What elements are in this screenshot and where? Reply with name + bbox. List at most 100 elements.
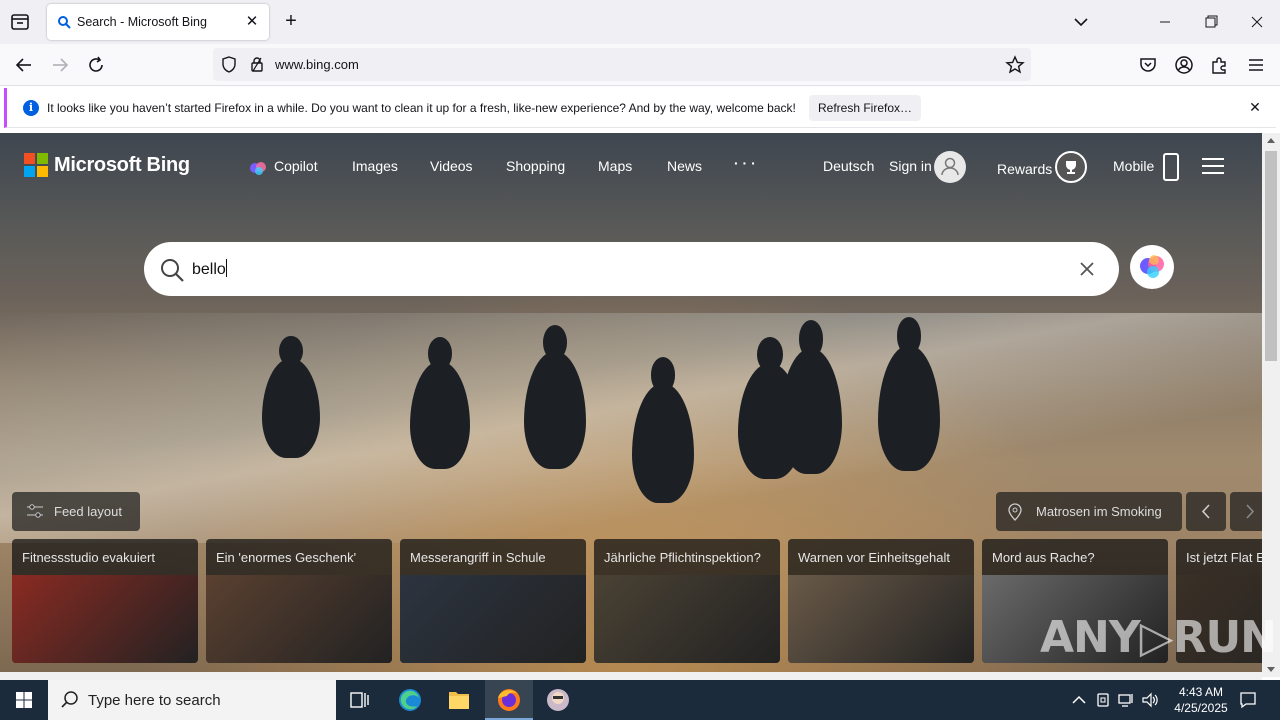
nav-shopping[interactable]: Shopping xyxy=(506,158,565,174)
list-all-tabs-button[interactable] xyxy=(1070,12,1092,32)
mobile-link[interactable]: Mobile xyxy=(1113,158,1154,174)
nav-copilot[interactable]: Copilot xyxy=(274,158,318,174)
next-image-button[interactable] xyxy=(1230,492,1262,531)
nav-maps[interactable]: Maps xyxy=(598,158,632,174)
nav-more[interactable]: · · · xyxy=(734,155,756,171)
search-box[interactable]: bello xyxy=(144,242,1119,296)
copilot-icon xyxy=(250,162,266,175)
minimize-button[interactable] xyxy=(1142,0,1188,44)
avatar[interactable] xyxy=(934,151,966,183)
close-window-button[interactable] xyxy=(1234,0,1280,44)
rewards-link[interactable]: Rewards xyxy=(997,161,1052,177)
chevron-down-icon xyxy=(1074,18,1088,27)
news-card-title: Ist jetzt Flat E xyxy=(1186,550,1262,565)
language-link[interactable]: Deutsch xyxy=(823,158,874,174)
refresh-firefox-button[interactable]: Refresh Firefox… xyxy=(809,95,921,121)
taskbar-search-box[interactable]: Type here to search xyxy=(48,680,336,720)
system-clock[interactable]: 4:43 AM 4/25/2025 xyxy=(1168,684,1234,716)
rewards-trophy-icon[interactable] xyxy=(1055,151,1087,183)
logo-text: Microsoft Bing xyxy=(54,154,190,176)
app-avatar-icon xyxy=(547,689,569,711)
extensions-button[interactable] xyxy=(1209,54,1231,76)
clear-search-icon[interactable] xyxy=(1077,259,1097,279)
image-location-button[interactable]: Matrosen im Smoking xyxy=(996,492,1182,531)
copilot-search-button[interactable] xyxy=(1130,245,1174,289)
arrow-right-icon xyxy=(53,58,69,72)
vertical-scrollbar[interactable] xyxy=(1262,133,1280,677)
search-icon xyxy=(61,691,78,708)
nav-news[interactable]: News xyxy=(667,158,702,174)
volume-icon[interactable] xyxy=(1141,691,1159,709)
search-input[interactable]: bello xyxy=(192,259,227,279)
anyrun-watermark: ANY▷RUN xyxy=(1040,612,1277,663)
task-view-icon xyxy=(350,692,369,708)
device-icon[interactable] xyxy=(1094,691,1112,709)
taskbar-firefox[interactable] xyxy=(485,680,533,720)
tab-close-icon[interactable]: ✕ xyxy=(243,13,261,31)
news-card[interactable]: Jährliche Pflichtinspektion? xyxy=(594,539,780,663)
search-icon[interactable] xyxy=(158,256,186,284)
windows-taskbar: Type here to search 4:43 AM 4/25/2025 xyxy=(0,680,1280,720)
start-button[interactable] xyxy=(0,680,48,720)
app-menu-button[interactable] xyxy=(1245,54,1267,76)
settings-menu-button[interactable] xyxy=(1202,158,1224,176)
refresh-firefox-notification: i It looks like you haven’t started Fire… xyxy=(4,88,1276,128)
tab-bar: Search - Microsoft Bing ✕ + xyxy=(0,0,1280,44)
news-card-title: Ein 'enormes Geschenk' xyxy=(216,550,357,565)
clock-time: 4:43 AM xyxy=(1178,685,1224,699)
info-icon: i xyxy=(23,100,39,116)
feed-layout-button[interactable]: Feed layout xyxy=(12,492,140,531)
show-hidden-icons-chevron-up-icon[interactable] xyxy=(1070,691,1088,709)
network-icon[interactable] xyxy=(1117,691,1135,709)
navigation-toolbar: www.bing.com xyxy=(0,44,1280,86)
sliders-icon xyxy=(27,504,43,518)
new-tab-button[interactable]: + xyxy=(280,11,302,33)
reload-icon xyxy=(89,56,103,72)
taskbar-file-explorer[interactable] xyxy=(435,680,483,720)
nav-images[interactable]: Images xyxy=(352,158,398,174)
back-button[interactable] xyxy=(12,54,36,76)
bookmark-star-icon[interactable] xyxy=(1005,55,1025,75)
search-favicon-icon xyxy=(58,16,71,29)
news-card[interactable]: Ein 'enormes Geschenk' xyxy=(206,539,392,663)
forward-button[interactable] xyxy=(48,54,72,76)
news-card[interactable]: Warnen vor Einheitsgehalt xyxy=(788,539,974,663)
news-card-image xyxy=(788,575,974,663)
previous-image-button[interactable] xyxy=(1186,492,1226,531)
news-card-image xyxy=(206,575,392,663)
site-info-lock-icon[interactable] xyxy=(249,56,265,73)
url-text[interactable]: www.bing.com xyxy=(275,57,359,72)
firefox-view-icon xyxy=(11,14,29,30)
news-card[interactable]: Fitnessstudio evakuiert xyxy=(12,539,198,663)
microsoft-logo-icon xyxy=(24,153,48,177)
pocket-icon xyxy=(1140,58,1156,72)
puzzle-icon xyxy=(1212,57,1226,74)
windows-logo-icon xyxy=(16,692,32,708)
firefox-view-button[interactable] xyxy=(8,11,32,33)
news-card[interactable]: Messerangriff in Schule xyxy=(400,539,586,663)
taskbar-app-avatar[interactable] xyxy=(534,680,582,720)
action-center-icon[interactable] xyxy=(1238,690,1258,710)
news-card-image xyxy=(400,575,586,663)
scrollbar-thumb[interactable] xyxy=(1265,151,1277,361)
horizontal-scrollbar[interactable] xyxy=(0,672,1262,680)
tracking-protection-shield-icon[interactable] xyxy=(221,56,237,73)
reload-button[interactable] xyxy=(84,54,108,76)
folder-icon xyxy=(449,692,469,709)
task-view-button[interactable] xyxy=(336,680,384,720)
notification-close-icon[interactable]: ✕ xyxy=(1246,98,1264,116)
news-card-title: Fitnessstudio evakuiert xyxy=(22,550,155,565)
mobile-phone-icon[interactable] xyxy=(1163,153,1179,181)
sign-in-link[interactable]: Sign in xyxy=(889,158,932,174)
url-bar[interactable]: www.bing.com xyxy=(213,48,1031,81)
scroll-down-icon[interactable] xyxy=(1262,663,1280,677)
pocket-button[interactable] xyxy=(1137,54,1159,76)
hamburger-menu-icon xyxy=(1249,59,1263,71)
taskbar-edge[interactable] xyxy=(386,680,434,720)
nav-videos[interactable]: Videos xyxy=(430,158,473,174)
restore-button[interactable] xyxy=(1188,0,1234,44)
chevron-right-icon xyxy=(1246,504,1255,519)
scroll-up-icon[interactable] xyxy=(1262,133,1280,147)
tab-bing[interactable]: Search - Microsoft Bing ✕ xyxy=(47,4,269,40)
account-button[interactable] xyxy=(1173,54,1195,76)
